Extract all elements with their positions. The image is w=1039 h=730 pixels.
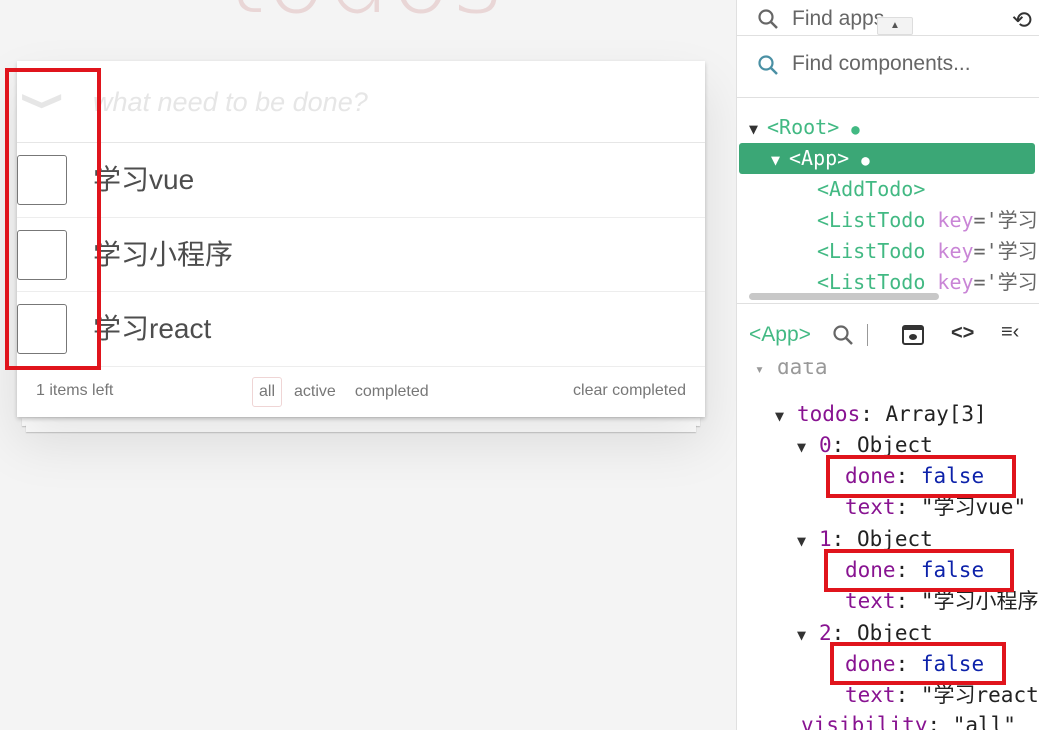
filter-list: all active completed	[252, 377, 441, 408]
state-done-row[interactable]: done: false	[845, 461, 984, 492]
inspector-toolbar: <App> <> ≡‹	[737, 312, 1039, 360]
find-components-bar[interactable]: Find components...	[737, 46, 1039, 98]
vue-devtools-panel: Find apps... ▲ ⟲ Find components... ▼ <Ro…	[736, 0, 1039, 730]
state-item-row[interactable]: ▼ 0: Object	[797, 430, 933, 461]
tree-node-listtodo[interactable]: <ListTodo key='学习	[737, 267, 1039, 295]
expand-triangle-icon[interactable]: ▼	[771, 145, 789, 176]
divider	[737, 303, 1039, 304]
open-source-icon[interactable]: <>	[951, 322, 974, 345]
state-done-row[interactable]: done: false	[845, 555, 984, 586]
find-components-placeholder: Find components...	[792, 52, 971, 75]
filter-all[interactable]: all	[252, 377, 283, 408]
state-section-title: ▾ data	[755, 362, 828, 379]
expand-triangle-icon[interactable]: ▼	[749, 114, 767, 145]
app-title: todos	[200, 0, 530, 28]
todo-label[interactable]: 学习react	[93, 292, 211, 366]
expand-triangle-icon: ▼	[797, 626, 807, 644]
tree-node-app[interactable]: ▼ <App> ●	[739, 143, 1035, 174]
filter-active[interactable]: active	[287, 377, 343, 407]
expand-triangle-icon: ▼	[797, 532, 807, 550]
clear-completed-button[interactable]: clear completed	[573, 382, 686, 400]
state-inspector: ▾ data ▼ todos: Array[3] ▼ 0: Object done: …	[737, 362, 1039, 730]
state-text-row[interactable]: text: "学习react	[845, 680, 1039, 711]
state-item-row[interactable]: ▼ 1: Object	[797, 524, 933, 555]
todo-item: 学习react	[17, 292, 705, 368]
filter-completed[interactable]: completed	[348, 377, 436, 407]
expand-triangle-icon: ▼	[797, 438, 807, 456]
todo-app-pane: todos ❯ 学习vue 学习小程序 学习react 1 items left…	[0, 0, 736, 730]
component-tree: ▼ <Root> ● ▼ <App> ● <AddTodo> <ListTodo key…	[737, 110, 1039, 295]
selected-component-name: <App>	[749, 323, 811, 346]
state-visibility-row[interactable]: visibility: "all"	[801, 710, 1016, 730]
todo-label[interactable]: 学习vue	[93, 143, 194, 217]
tree-node-listtodo[interactable]: <ListTodo key='学习	[737, 236, 1039, 267]
todo-checkbox[interactable]	[17, 229, 67, 280]
new-todo-row: ❯	[17, 61, 705, 143]
find-apps-bar[interactable]: Find apps... ▲ ⟲	[737, 0, 1039, 36]
items-left-count: 1 items left	[36, 382, 114, 400]
text-cursor	[867, 324, 868, 346]
refresh-icon[interactable]: ⟲	[1012, 6, 1032, 35]
horizontal-scrollbar[interactable]	[749, 293, 939, 300]
state-done-row[interactable]: done: false	[845, 649, 984, 680]
search-icon	[758, 55, 778, 75]
state-todos-row[interactable]: ▼ todos: Array[3]	[775, 399, 987, 430]
search-icon	[758, 9, 778, 29]
todo-label[interactable]: 学习小程序	[93, 218, 233, 292]
expand-triangle-icon: ▼	[775, 407, 785, 425]
todo-card: ❯ 学习vue 学习小程序 学习react 1 items left all a…	[17, 61, 705, 418]
todo-footer: 1 items left all active completed clear …	[17, 367, 705, 417]
todo-item: 学习小程序	[17, 218, 705, 293]
todo-checkbox[interactable]	[17, 155, 67, 205]
state-text-row[interactable]: text: "学习vue"	[845, 492, 1026, 523]
tree-node-addtodo[interactable]: <AddTodo>	[737, 174, 1039, 205]
stack-shadow-2	[26, 424, 696, 432]
inspect-dom-icon[interactable]	[902, 325, 924, 345]
tree-node-root[interactable]: ▼ <Root> ●	[737, 112, 1039, 143]
collapse-all-icon[interactable]: ≡‹	[1001, 321, 1019, 344]
state-text-row[interactable]: text: "学习小程序	[845, 586, 1039, 617]
todo-checkbox[interactable]	[17, 304, 67, 355]
todo-item: 学习vue	[17, 143, 705, 218]
tree-node-listtodo[interactable]: <ListTodo key='学习	[737, 205, 1039, 236]
state-item-row[interactable]: ▼ 2: Object	[797, 618, 933, 649]
chevron-down-icon[interactable]: ❯	[21, 85, 69, 117]
caret-up-icon[interactable]: ▲	[877, 17, 913, 35]
new-todo-input[interactable]	[93, 79, 683, 125]
filter-search-icon[interactable]	[832, 324, 854, 346]
